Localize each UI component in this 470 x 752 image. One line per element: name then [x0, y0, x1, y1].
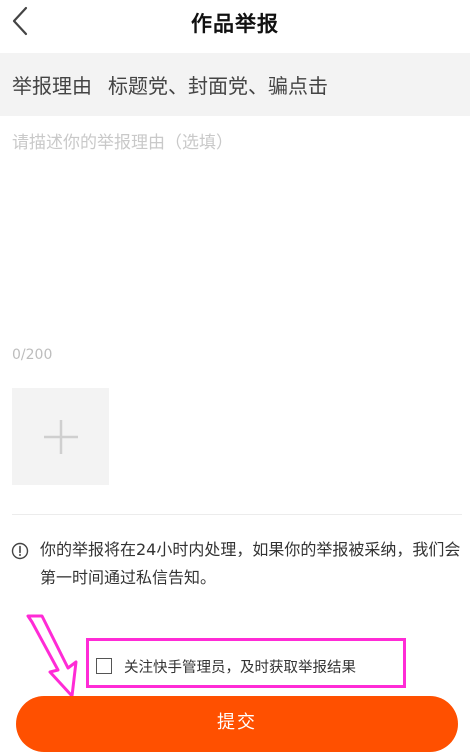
follow-checkbox[interactable] [96, 658, 112, 674]
page-title: 作品举报 [191, 12, 279, 36]
reason-value: 标题党、封面党、骗点击 [108, 74, 328, 98]
notice-text: 你的举报将在24小时内处理，如果你的举报被采纳，我们会第一时间通过私信告知。 [40, 540, 461, 587]
pointer-arrow-icon [26, 614, 78, 698]
divider [12, 514, 462, 515]
submit-button[interactable]: 提交 [16, 696, 458, 752]
char-counter: 0/200 [12, 347, 53, 363]
follow-admin-option[interactable]: 关注快手管理员，及时获取举报结果 [96, 655, 356, 677]
info-circle-icon [11, 542, 29, 560]
reason-label: 举报理由 [12, 74, 92, 98]
description-input[interactable] [12, 128, 458, 328]
add-photo-button[interactable] [12, 388, 109, 485]
plus-icon [44, 420, 78, 454]
report-reason-row[interactable]: 举报理由 标题党、封面党、骗点击 [0, 53, 470, 116]
header-bar: 作品举报 [0, 0, 470, 52]
follow-label: 关注快手管理员，及时获取举报结果 [124, 659, 356, 676]
